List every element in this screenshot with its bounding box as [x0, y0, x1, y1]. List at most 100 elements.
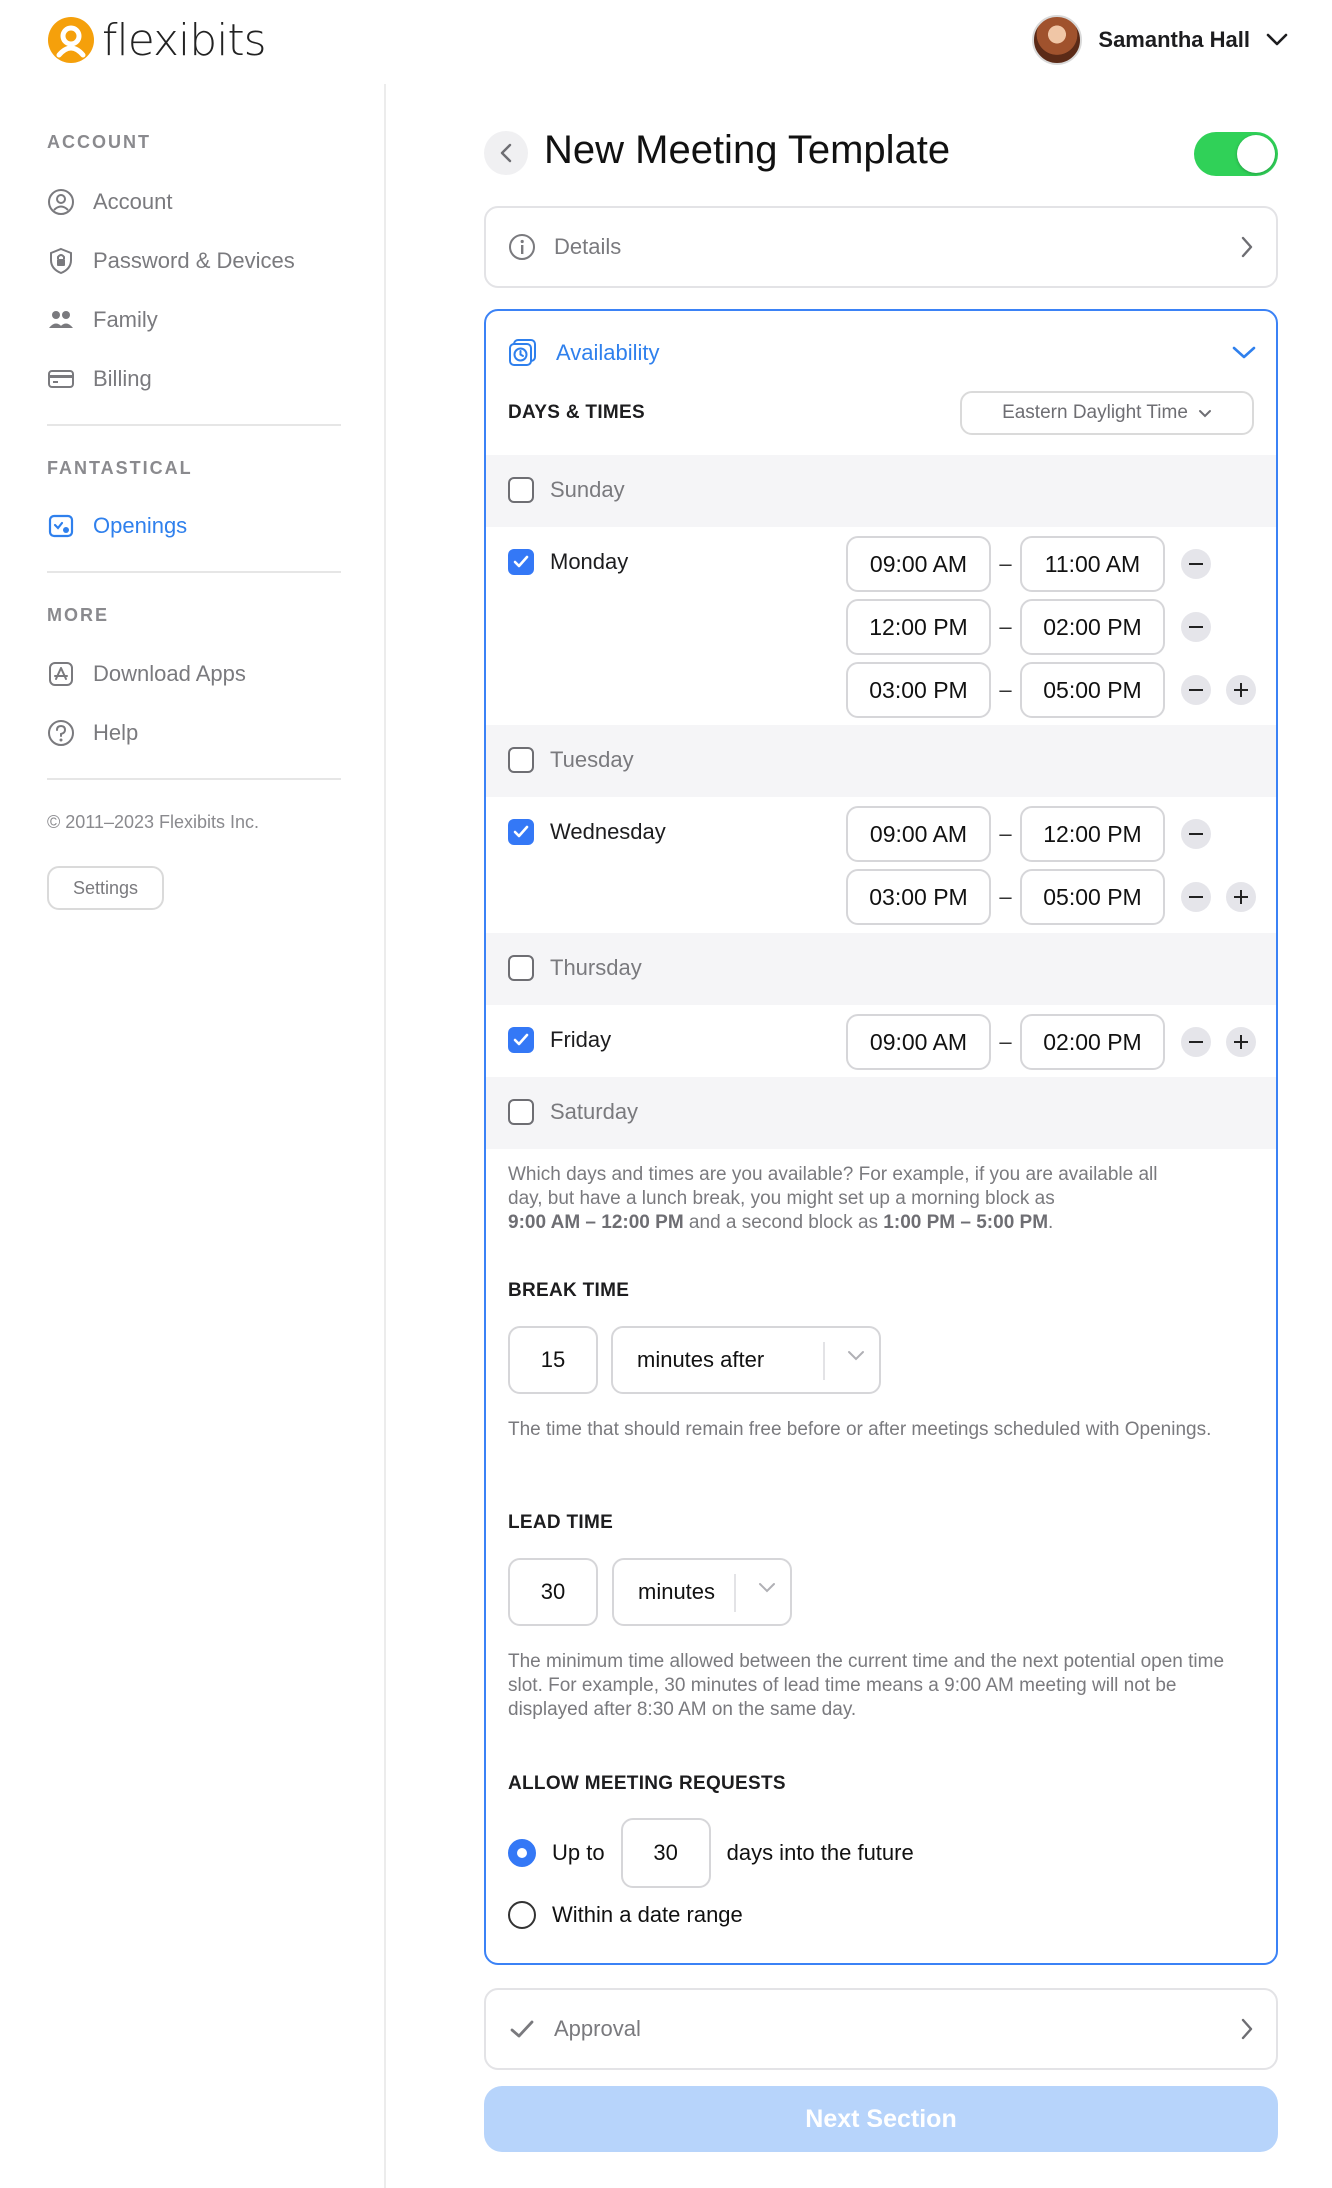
day-row-wednesday: Wednesday – – — [486, 797, 1276, 933]
help-connector: and a second block as — [683, 1212, 884, 1233]
brand-name: flexibits — [102, 14, 267, 66]
end-time-input[interactable] — [1020, 599, 1165, 655]
sidebar-item-label: Account — [93, 189, 173, 214]
availability-header[interactable]: Availability — [508, 333, 1256, 373]
approval-row[interactable]: Approval — [486, 1990, 1276, 2068]
break-time-help: The time that should remain free before … — [508, 1419, 1212, 1440]
days-times-title: DAYS & TIMES — [508, 402, 645, 423]
checkmark-icon — [510, 2020, 534, 2038]
date-range-radio[interactable] — [508, 1901, 536, 1929]
day-checkbox-sunday[interactable] — [508, 477, 534, 503]
add-slot-button[interactable] — [1226, 1027, 1256, 1057]
start-time-input[interactable] — [846, 536, 991, 592]
sidebar-item-label: Help — [93, 720, 139, 745]
minus-icon — [1189, 896, 1203, 898]
day-label: Sunday — [508, 477, 625, 503]
day-checkbox-monday[interactable] — [508, 549, 534, 575]
day-label: Tuesday — [508, 747, 634, 773]
info-icon — [509, 234, 535, 260]
chevron-left-icon — [500, 143, 512, 163]
start-time-input[interactable] — [846, 1014, 991, 1070]
range-dash: – — [999, 551, 1012, 576]
details-label: Details — [554, 234, 622, 259]
day-row-saturday: Saturday — [486, 1077, 1276, 1149]
next-section-button[interactable]: Next Section — [484, 2086, 1278, 2152]
option-suffix: days into the future — [726, 1840, 914, 1865]
plus-icon — [1234, 683, 1248, 697]
approval-section[interactable]: Approval — [484, 1988, 1278, 2070]
date-range-option: Within a date range — [508, 1901, 743, 1929]
time-slot: – — [846, 1014, 1165, 1070]
help-line: Which days and times are you available? … — [508, 1164, 1158, 1185]
user-menu[interactable]: Samantha Hall — [1032, 14, 1288, 66]
sidebar-item-account[interactable]: Account — [47, 184, 173, 220]
sidebar-item-family[interactable]: Family — [47, 302, 158, 338]
start-time-input[interactable] — [846, 599, 991, 655]
option-prefix: Up to — [552, 1840, 605, 1865]
remove-slot-button[interactable] — [1181, 882, 1211, 912]
day-checkbox-tuesday[interactable] — [508, 747, 534, 773]
end-time-input[interactable] — [1020, 1014, 1165, 1070]
start-time-input[interactable] — [846, 662, 991, 718]
sidebar: ACCOUNT Account Password & Devices Famil… — [0, 84, 386, 2188]
day-checkbox-saturday[interactable] — [508, 1099, 534, 1125]
break-time-input[interactable] — [508, 1326, 598, 1394]
end-time-input[interactable] — [1020, 869, 1165, 925]
day-name: Tuesday — [550, 747, 634, 772]
minus-icon — [1189, 563, 1203, 565]
range-dash: – — [999, 821, 1012, 846]
help-end: . — [1048, 1212, 1054, 1233]
remove-slot-button[interactable] — [1181, 1027, 1211, 1057]
openings-icon — [48, 514, 74, 538]
end-time-input[interactable] — [1020, 662, 1165, 718]
day-name: Wednesday — [550, 819, 666, 844]
end-time-input[interactable] — [1020, 806, 1165, 862]
add-slot-button[interactable] — [1226, 882, 1256, 912]
sidebar-item-openings[interactable]: Openings — [47, 508, 187, 544]
details-section[interactable]: Details — [484, 206, 1278, 288]
end-time-input[interactable] — [1020, 536, 1165, 592]
brand-logo[interactable]: flexibits — [46, 14, 267, 66]
question-icon — [48, 720, 74, 746]
sidebar-item-help[interactable]: Help — [47, 715, 138, 751]
day-row-sunday: Sunday — [486, 455, 1276, 527]
lead-time-unit-select[interactable]: minutes — [612, 1558, 792, 1626]
sidebar-item-label: Password & Devices — [93, 248, 295, 273]
plus-icon — [1234, 890, 1248, 904]
app-store-icon — [49, 662, 73, 686]
timezone-select[interactable]: Eastern Daylight Time — [960, 391, 1254, 435]
remove-slot-button[interactable] — [1181, 819, 1211, 849]
break-time-unit-select[interactable]: minutes after — [611, 1326, 881, 1394]
details-row[interactable]: Details — [486, 208, 1276, 286]
day-checkbox-thursday[interactable] — [508, 955, 534, 981]
add-slot-button[interactable] — [1226, 675, 1256, 705]
day-row-monday: Monday – – – — [486, 527, 1276, 725]
days-help-text: Which days and times are you available? … — [508, 1163, 1254, 1235]
chevron-right-icon — [1241, 2018, 1253, 2040]
sidebar-item-download-apps[interactable]: Download Apps — [47, 656, 246, 692]
start-time-input[interactable] — [846, 869, 991, 925]
day-checkbox-wednesday[interactable] — [508, 819, 534, 845]
remove-slot-button[interactable] — [1181, 612, 1211, 642]
example-block: 9:00 AM – 12:00 PM — [508, 1212, 684, 1233]
minus-icon — [1189, 1041, 1203, 1043]
checkmark-icon — [513, 825, 529, 838]
remove-slot-button[interactable] — [1181, 675, 1211, 705]
days-into-future-radio[interactable] — [508, 1839, 536, 1867]
lead-time-input[interactable] — [508, 1558, 598, 1626]
lead-time-title: LEAD TIME — [508, 1512, 614, 1533]
day-checkbox-friday[interactable] — [508, 1027, 534, 1053]
option-label: Within a date range — [552, 1902, 743, 1927]
settings-button[interactable]: Settings — [47, 866, 164, 910]
sidebar-item-password-devices[interactable]: Password & Devices — [47, 243, 295, 279]
start-time-input[interactable] — [846, 806, 991, 862]
day-label: Friday — [508, 1027, 611, 1053]
sidebar-item-billing[interactable]: Billing — [47, 361, 152, 397]
template-enabled-toggle[interactable] — [1194, 132, 1278, 176]
lead-time-help: The minimum time allowed between the cur… — [508, 1651, 1225, 1720]
break-time-title: BREAK TIME — [508, 1280, 630, 1301]
back-button[interactable] — [484, 131, 528, 175]
remove-slot-button[interactable] — [1181, 549, 1211, 579]
days-into-future-input[interactable] — [620, 1818, 711, 1888]
time-slot: – — [846, 869, 1165, 925]
